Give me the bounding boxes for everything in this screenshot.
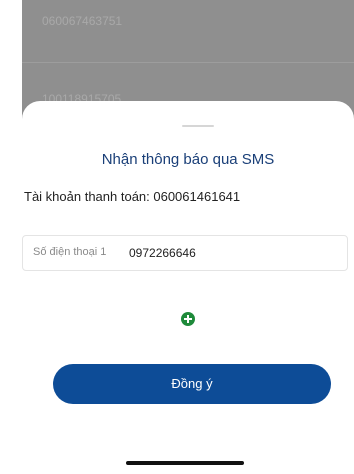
sheet-title: Nhận thông báo qua SMS <box>101 151 275 168</box>
background-account-number: 060067463751 <box>42 14 123 28</box>
home-indicator <box>126 461 244 465</box>
sms-notification-sheet: Nhận thông báo qua SMS Tài khoản thanh t… <box>22 101 354 474</box>
phone-number-input[interactable] <box>129 236 339 270</box>
phone-number-label: Số điện thoại 1 <box>33 246 107 258</box>
background-divider <box>22 62 354 63</box>
payment-account-label: Tài khoản thanh toán: 060061461641 <box>24 189 241 204</box>
sheet-drag-handle[interactable] <box>182 125 214 127</box>
phone-number-field: Số điện thoại 1 <box>22 235 348 271</box>
phone-screen: 060067463751 100118915705 Nhận thông báo… <box>22 0 354 474</box>
agree-button[interactable]: Đồng ý <box>53 364 331 404</box>
plus-circle-icon[interactable] <box>181 312 195 326</box>
